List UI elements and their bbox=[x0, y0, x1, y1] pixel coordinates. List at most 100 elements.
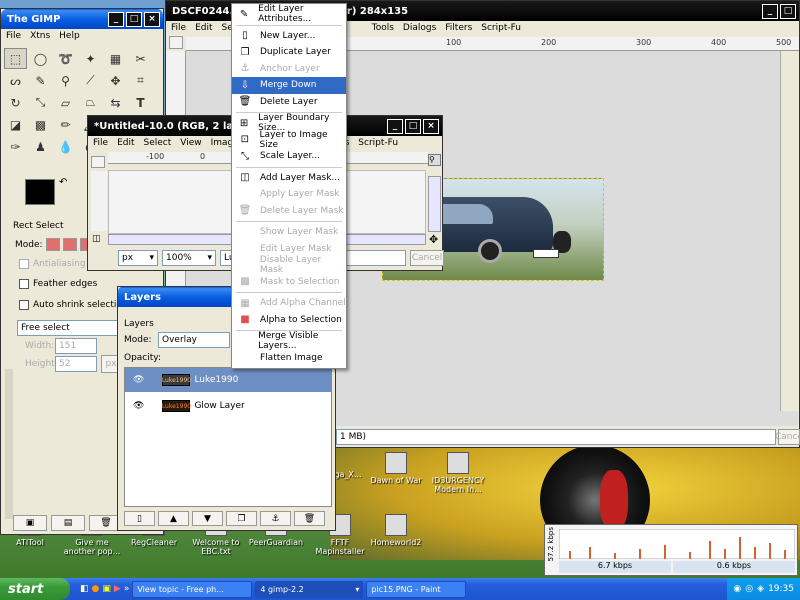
ellipse-select-icon[interactable]: ◯ bbox=[29, 48, 52, 69]
bucket-fill-icon[interactable]: ◪ bbox=[4, 114, 27, 135]
zoom-icon[interactable]: ⚲ bbox=[54, 70, 77, 91]
antialiasing-checkbox[interactable] bbox=[19, 259, 29, 269]
untitled-vscrollbar[interactable] bbox=[428, 176, 441, 232]
ink-icon[interactable]: ✑ bbox=[4, 136, 27, 157]
start-button[interactable]: start bbox=[0, 578, 70, 600]
untitled-menu-script-fu[interactable]: Script-Fu bbox=[358, 138, 398, 150]
menu-item-scale-layer[interactable]: ⤡ Scale Layer... bbox=[232, 148, 346, 165]
desktop-icon-homeworld2[interactable]: Homeworld2 bbox=[366, 514, 426, 547]
tray-icon[interactable]: ◎ bbox=[745, 584, 753, 594]
shear-icon[interactable]: ▱ bbox=[54, 92, 77, 113]
more-icon[interactable]: » bbox=[124, 584, 130, 594]
layer-mode-select[interactable]: Overlay bbox=[158, 332, 230, 348]
delete-layer-icon[interactable]: 🗑 bbox=[294, 511, 325, 526]
toolbox-scrollbar[interactable] bbox=[5, 369, 13, 519]
menu-script-fu[interactable]: Script-Fu bbox=[481, 23, 521, 35]
auto-shrink-checkbox[interactable] bbox=[19, 300, 29, 310]
lasso-icon[interactable]: ➰ bbox=[54, 48, 77, 69]
untitled-menu-edit[interactable]: Edit bbox=[117, 138, 134, 150]
color-select-icon[interactable]: ▦ bbox=[104, 48, 127, 69]
minimize-icon[interactable]: _ bbox=[762, 3, 778, 19]
menu-item-delete-layer[interactable]: 🗑 Delete Layer bbox=[232, 94, 346, 111]
task-gimp[interactable]: 4 gimp-2.2 ▾ bbox=[255, 580, 364, 598]
close-icon[interactable]: × bbox=[423, 118, 439, 134]
close-icon[interactable]: × bbox=[144, 11, 160, 27]
desktop-icon-dawn-of-war[interactable]: Dawn of War bbox=[366, 452, 426, 485]
task-paint[interactable]: pic15.PNG - Paint bbox=[366, 580, 467, 598]
menu-item-flatten-image[interactable]: Flatten Image bbox=[232, 350, 346, 367]
menu-edit[interactable]: Edit bbox=[195, 23, 212, 35]
width-input[interactable]: 151 bbox=[55, 338, 97, 354]
lower-layer-icon[interactable]: ▼ bbox=[192, 511, 223, 526]
menu-item-duplicate-layer[interactable]: ❐ Duplicate Layer bbox=[232, 44, 346, 61]
zoom-fit-icon[interactable]: ⚲ bbox=[428, 154, 441, 166]
menu-item-new-layer[interactable]: ▯ New Layer... bbox=[232, 28, 346, 45]
raise-layer-icon[interactable]: ▲ bbox=[158, 511, 189, 526]
menu-filters[interactable]: Filters bbox=[445, 23, 472, 35]
tray-icon[interactable]: ◈ bbox=[757, 584, 764, 594]
toolbox-titlebar[interactable]: The GIMP _ □ × bbox=[1, 9, 163, 29]
eye-icon[interactable]: 👁 bbox=[133, 375, 144, 385]
blend-icon[interactable]: ▩ bbox=[29, 114, 52, 135]
untitled-menu-select[interactable]: Select bbox=[144, 138, 172, 150]
maximize-icon[interactable]: □ bbox=[126, 11, 142, 27]
tray-icon[interactable]: ◉ bbox=[733, 584, 741, 594]
toolbox-menu-xtns[interactable]: Xtns bbox=[30, 31, 50, 43]
zoom-select[interactable]: 100% ▾ bbox=[162, 250, 216, 266]
desktop-icon[interactable]: ◧ bbox=[80, 584, 89, 594]
desktop-icon-id3urgency[interactable]: ID3URGENCY Modern In... bbox=[428, 452, 488, 494]
menu-file[interactable]: File bbox=[171, 23, 186, 35]
layer-row-glow[interactable]: 👁 Luke1990 Glow Layer bbox=[125, 394, 331, 418]
fuzzy-select-icon[interactable]: ✦ bbox=[79, 48, 102, 69]
toolbox-menu-file[interactable]: File bbox=[6, 31, 21, 43]
feather-checkbox[interactable] bbox=[19, 279, 29, 289]
vertical-scrollbar[interactable] bbox=[780, 51, 798, 411]
layer-row-luke1990[interactable]: 👁 Luke1990 Luke1990 bbox=[125, 368, 331, 392]
main-cancel-button[interactable]: Cance bbox=[775, 429, 800, 445]
rect-select-icon[interactable]: ⬚ bbox=[4, 48, 27, 69]
menu-item-merge-down[interactable]: ⇩ Merge Down bbox=[232, 77, 346, 94]
unit-select[interactable]: px ▾ bbox=[118, 250, 158, 266]
maximize-icon[interactable]: □ bbox=[780, 3, 796, 19]
toolbox-menu-help[interactable]: Help bbox=[59, 31, 80, 43]
explorer-icon[interactable]: ▣ bbox=[102, 584, 111, 594]
scissors-icon[interactable]: ✂ bbox=[129, 48, 152, 69]
untitled-menu-file[interactable]: File bbox=[93, 138, 108, 150]
blur-icon[interactable]: 💧 bbox=[54, 136, 77, 157]
height-input[interactable]: 52 bbox=[55, 356, 97, 372]
anchor-layer-icon[interactable]: ⚓ bbox=[260, 511, 291, 526]
clone-icon[interactable]: ♟ bbox=[29, 136, 52, 157]
measure-icon[interactable]: ⟋ bbox=[79, 70, 102, 91]
navigate-icon[interactable]: ✥ bbox=[429, 233, 438, 246]
flip-icon[interactable]: ⇆ bbox=[104, 92, 127, 113]
pencil-icon[interactable]: ✏ bbox=[54, 114, 77, 135]
perspective-icon[interactable]: ⏢ bbox=[79, 92, 102, 113]
select-mode-dropdown[interactable]: Free select bbox=[17, 320, 119, 336]
untitled-cancel-button[interactable]: Cancel bbox=[410, 250, 444, 266]
mode-add-icon[interactable] bbox=[62, 238, 77, 251]
quick-mask-icon[interactable]: ◫ bbox=[92, 234, 101, 244]
menu-item-layer-to-image-size[interactable]: ⊡ Layer to Image Size bbox=[232, 130, 346, 150]
rotate-icon[interactable]: ↻ bbox=[4, 92, 27, 113]
swap-colors-icon[interactable]: ↶ bbox=[59, 177, 67, 188]
mode-replace-icon[interactable] bbox=[45, 238, 60, 251]
menu-item-add-layer-mask[interactable]: ◫ Add Layer Mask... bbox=[232, 170, 346, 187]
eye-icon[interactable]: 👁 bbox=[133, 401, 144, 411]
paths-icon[interactable]: ᔕ bbox=[4, 70, 27, 91]
untitled-menu-arrow-icon[interactable] bbox=[91, 156, 105, 168]
menu-arrow-icon[interactable] bbox=[169, 36, 183, 49]
untitled-menu-view[interactable]: View bbox=[180, 138, 201, 150]
maximize-icon[interactable]: □ bbox=[405, 118, 421, 134]
minimize-icon[interactable]: _ bbox=[108, 11, 124, 27]
new-layer-icon[interactable]: ▯ bbox=[124, 511, 155, 526]
menu-item-merge-visible-layers[interactable]: Merge Visible Layers... bbox=[232, 331, 346, 351]
firefox-icon[interactable]: ● bbox=[92, 584, 100, 594]
menu-dialogs[interactable]: Dialogs bbox=[403, 23, 436, 35]
menu-tools[interactable]: Tools bbox=[372, 23, 394, 35]
text-icon[interactable]: T bbox=[129, 92, 152, 113]
minimize-icon[interactable]: _ bbox=[387, 118, 403, 134]
crop-icon[interactable]: ⌗ bbox=[129, 70, 152, 91]
task-view-topic[interactable]: View topic - Free ph... bbox=[132, 580, 253, 598]
duplicate-layer-icon[interactable]: ❐ bbox=[226, 511, 257, 526]
scale-icon[interactable]: ⤡ bbox=[29, 92, 52, 113]
